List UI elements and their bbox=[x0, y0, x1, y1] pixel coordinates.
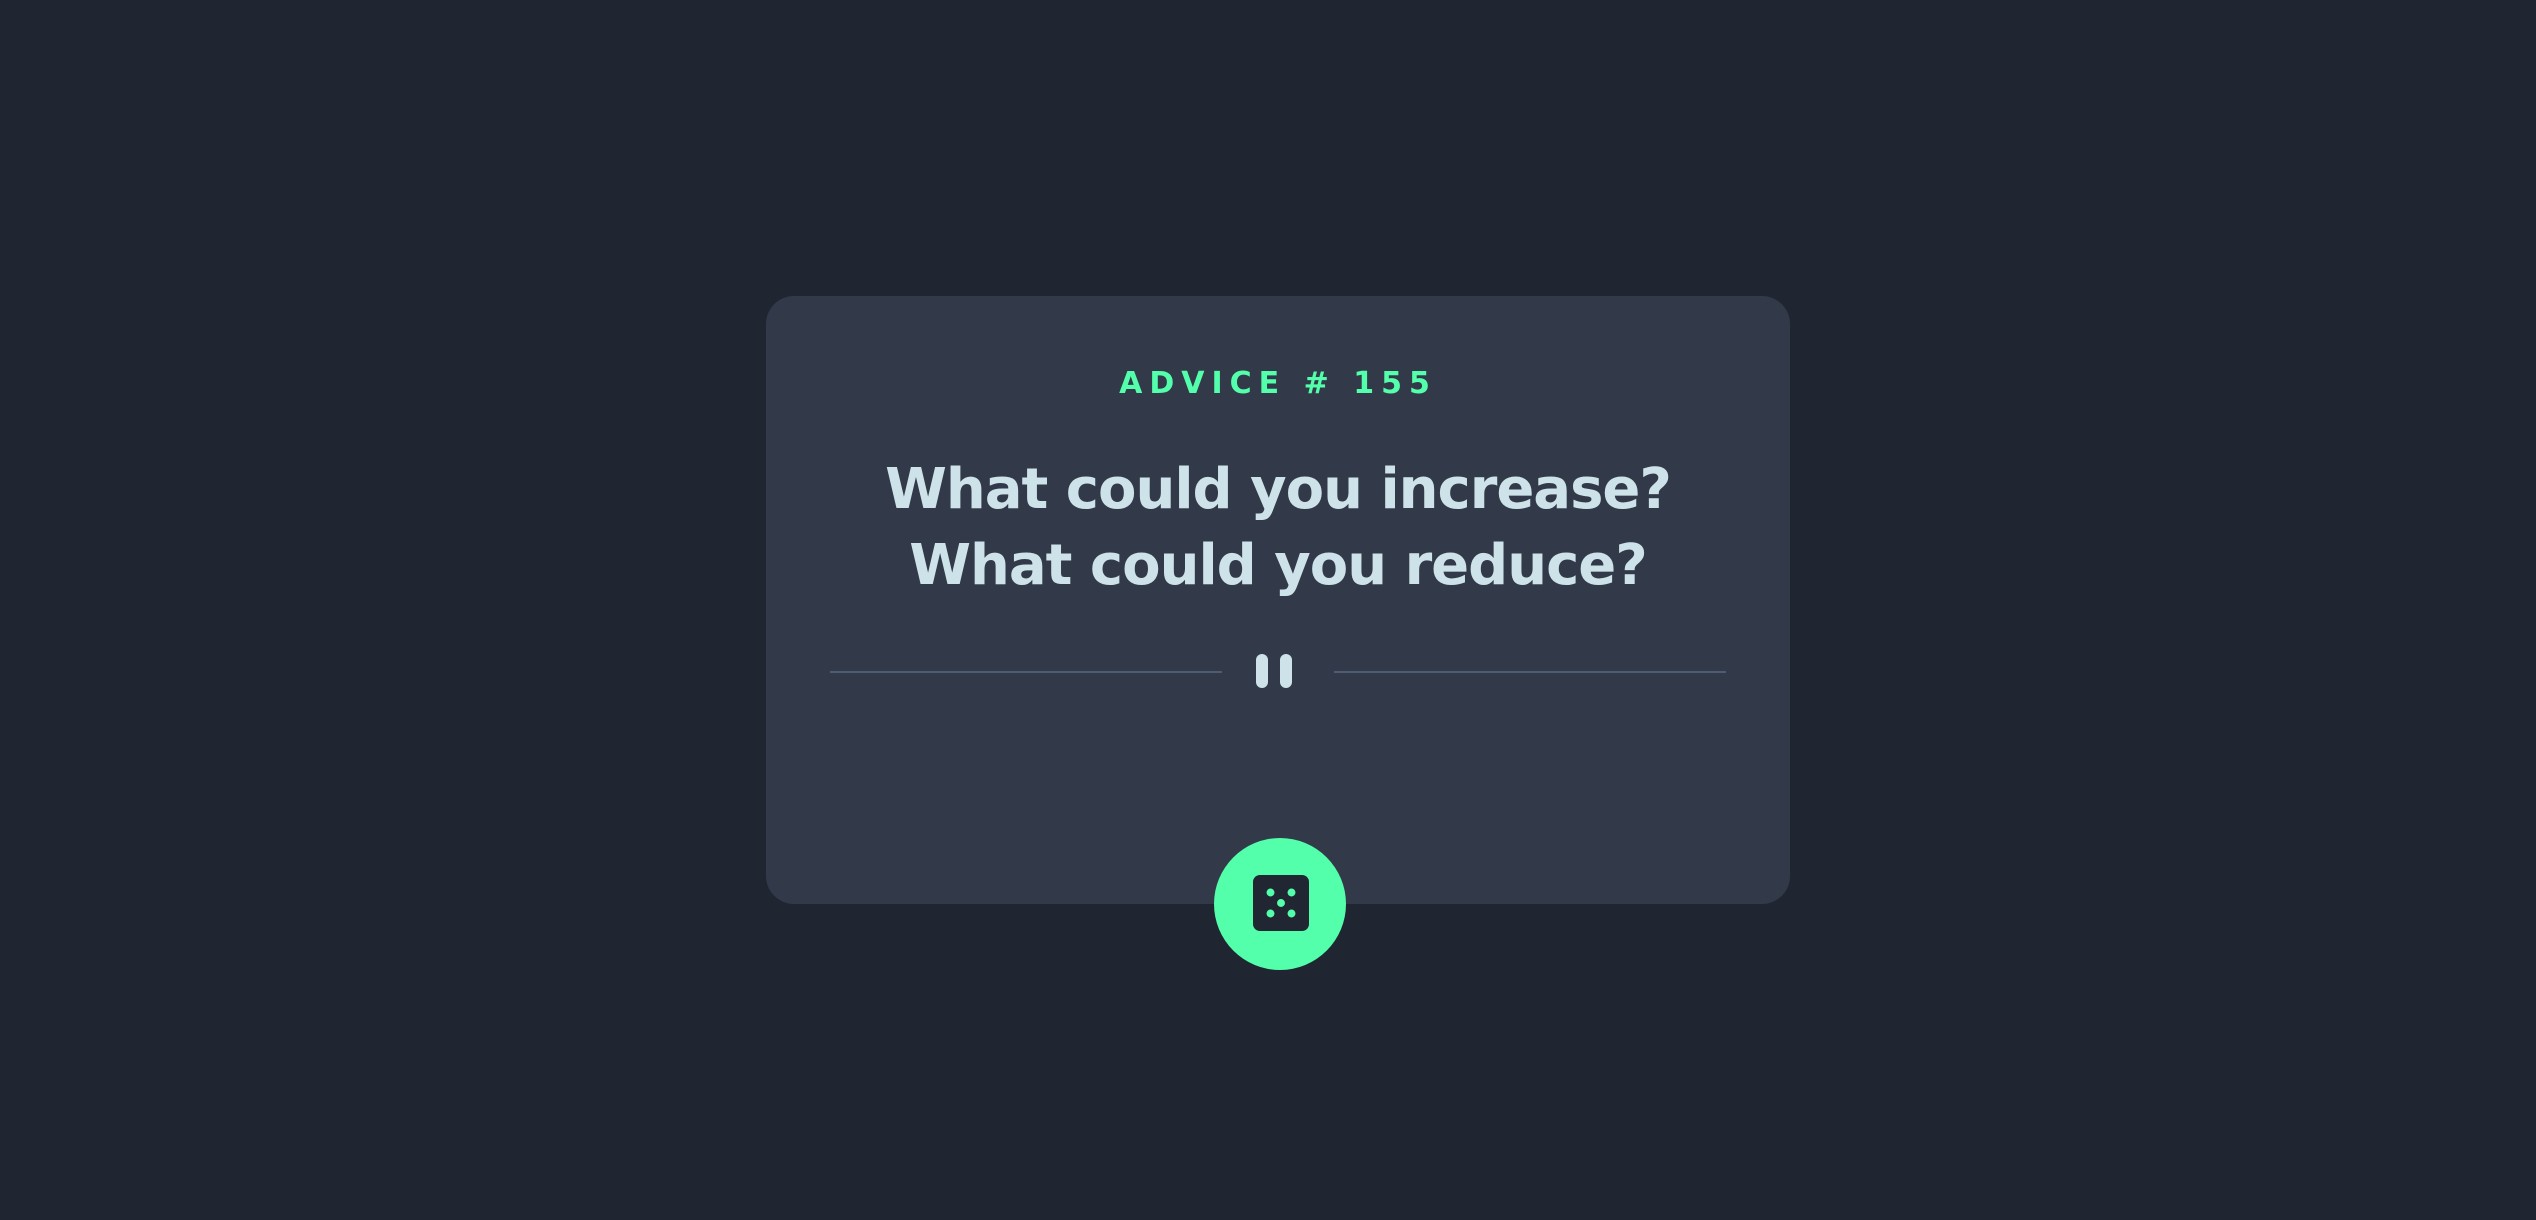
pause-icon bbox=[1254, 654, 1294, 690]
divider-line-right bbox=[1334, 671, 1726, 673]
page: ADVICE # 155 What could you increase? Wh… bbox=[0, 0, 2536, 1220]
pause-bar-left bbox=[1256, 654, 1268, 688]
advice-card: ADVICE # 155 What could you increase? Wh… bbox=[766, 296, 1790, 904]
divider-line-left bbox=[830, 671, 1222, 673]
dice-icon bbox=[1253, 875, 1309, 931]
advice-quote: What could you increase? What could you … bbox=[885, 457, 1672, 598]
divider bbox=[830, 654, 1726, 690]
pause-bar-right bbox=[1280, 654, 1292, 688]
new-advice-button[interactable] bbox=[1214, 838, 1346, 970]
advice-number: ADVICE # 155 bbox=[1119, 366, 1437, 401]
